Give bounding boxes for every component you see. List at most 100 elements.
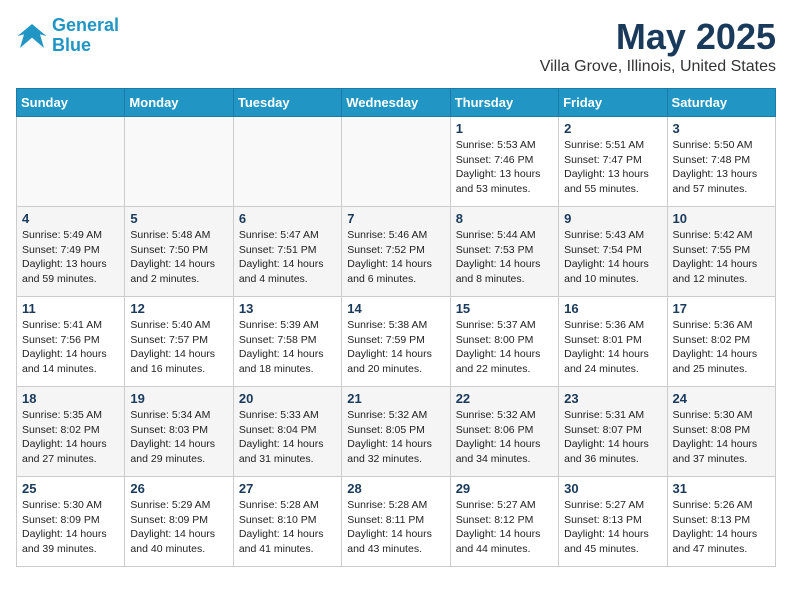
calendar-cell: 21 Sunrise: 5:32 AMSunset: 8:05 PMDayligh… <box>342 387 450 477</box>
title-block: May 2025 Villa Grove, Illinois, United S… <box>540 16 776 76</box>
day-number: 15 <box>456 301 553 316</box>
day-info: Sunrise: 5:29 AMSunset: 8:09 PMDaylight:… <box>130 498 227 557</box>
day-info: Sunrise: 5:27 AMSunset: 8:13 PMDaylight:… <box>564 498 661 557</box>
day-number: 25 <box>22 481 119 496</box>
day-number: 2 <box>564 121 661 136</box>
day-number: 18 <box>22 391 119 406</box>
day-info: Sunrise: 5:44 AMSunset: 7:53 PMDaylight:… <box>456 228 553 287</box>
week-row-4: 18 Sunrise: 5:35 AMSunset: 8:02 PMDayligh… <box>17 387 776 477</box>
calendar-cell: 11 Sunrise: 5:41 AMSunset: 7:56 PMDayligh… <box>17 297 125 387</box>
calendar-cell: 28 Sunrise: 5:28 AMSunset: 8:11 PMDayligh… <box>342 477 450 567</box>
day-number: 19 <box>130 391 227 406</box>
day-info: Sunrise: 5:38 AMSunset: 7:59 PMDaylight:… <box>347 318 444 377</box>
day-info: Sunrise: 5:30 AMSunset: 8:09 PMDaylight:… <box>22 498 119 557</box>
day-info: Sunrise: 5:28 AMSunset: 8:10 PMDaylight:… <box>239 498 336 557</box>
day-number: 23 <box>564 391 661 406</box>
calendar-cell: 14 Sunrise: 5:38 AMSunset: 7:59 PMDayligh… <box>342 297 450 387</box>
calendar-cell: 3Sunrise: 5:50 AMSunset: 7:48 PMDaylight… <box>667 117 775 207</box>
calendar-cell <box>17 117 125 207</box>
calendar-cell: 19 Sunrise: 5:34 AMSunset: 8:03 PMDayligh… <box>125 387 233 477</box>
day-number: 7 <box>347 211 444 226</box>
day-info: Sunrise: 5:42 AMSunset: 7:55 PMDaylight:… <box>673 228 770 287</box>
day-number: 31 <box>673 481 770 496</box>
day-number: 22 <box>456 391 553 406</box>
calendar-cell: 24 Sunrise: 5:30 AMSunset: 8:08 PMDayligh… <box>667 387 775 477</box>
calendar-cell: 10 Sunrise: 5:42 AMSunset: 7:55 PMDayligh… <box>667 207 775 297</box>
day-info: Sunrise: 5:51 AMSunset: 7:47 PMDaylight:… <box>564 138 661 197</box>
day-number: 8 <box>456 211 553 226</box>
day-number: 28 <box>347 481 444 496</box>
day-info: Sunrise: 5:32 AMSunset: 8:06 PMDaylight:… <box>456 408 553 467</box>
day-info: Sunrise: 5:31 AMSunset: 8:07 PMDaylight:… <box>564 408 661 467</box>
day-number: 11 <box>22 301 119 316</box>
calendar-cell: 8 Sunrise: 5:44 AMSunset: 7:53 PMDaylight… <box>450 207 558 297</box>
day-number: 26 <box>130 481 227 496</box>
day-number: 16 <box>564 301 661 316</box>
location-title: Villa Grove, Illinois, United States <box>540 58 776 76</box>
day-info: Sunrise: 5:33 AMSunset: 8:04 PMDaylight:… <box>239 408 336 467</box>
calendar-cell: 4Sunrise: 5:49 AMSunset: 7:49 PMDaylight… <box>17 207 125 297</box>
calendar-cell: 12 Sunrise: 5:40 AMSunset: 7:57 PMDayligh… <box>125 297 233 387</box>
day-info: Sunrise: 5:30 AMSunset: 8:08 PMDaylight:… <box>673 408 770 467</box>
day-info: Sunrise: 5:27 AMSunset: 8:12 PMDaylight:… <box>456 498 553 557</box>
calendar-cell: 1 Sunrise: 5:53 AMSunset: 7:46 PMDaylight… <box>450 117 558 207</box>
day-number: 30 <box>564 481 661 496</box>
day-number: 17 <box>673 301 770 316</box>
calendar-cell <box>125 117 233 207</box>
calendar-cell: 13 Sunrise: 5:39 AMSunset: 7:58 PMDayligh… <box>233 297 341 387</box>
day-number: 12 <box>130 301 227 316</box>
weekday-header-sunday: Sunday <box>17 89 125 117</box>
calendar-cell: 23 Sunrise: 5:31 AMSunset: 8:07 PMDayligh… <box>559 387 667 477</box>
day-number: 10 <box>673 211 770 226</box>
day-info: Sunrise: 5:46 AMSunset: 7:52 PMDaylight:… <box>347 228 444 287</box>
calendar-cell: 26 Sunrise: 5:29 AMSunset: 8:09 PMDayligh… <box>125 477 233 567</box>
day-info: Sunrise: 5:36 AMSunset: 8:01 PMDaylight:… <box>564 318 661 377</box>
page-header: General Blue May 2025 Villa Grove, Illin… <box>16 16 776 76</box>
weekday-header-saturday: Saturday <box>667 89 775 117</box>
weekday-header-wednesday: Wednesday <box>342 89 450 117</box>
day-number: 5 <box>130 211 227 226</box>
day-info: Sunrise: 5:53 AMSunset: 7:46 PMDaylight:… <box>456 138 553 197</box>
calendar-cell: 2 Sunrise: 5:51 AMSunset: 7:47 PMDaylight… <box>559 117 667 207</box>
weekday-header-monday: Monday <box>125 89 233 117</box>
calendar-cell: 17Sunrise: 5:36 AMSunset: 8:02 PMDayligh… <box>667 297 775 387</box>
calendar-cell: 6 Sunrise: 5:47 AMSunset: 7:51 PMDaylight… <box>233 207 341 297</box>
day-info: Sunrise: 5:28 AMSunset: 8:11 PMDaylight:… <box>347 498 444 557</box>
day-number: 6 <box>239 211 336 226</box>
day-number: 14 <box>347 301 444 316</box>
month-title: May 2025 <box>540 16 776 58</box>
day-number: 9 <box>564 211 661 226</box>
day-info: Sunrise: 5:48 AMSunset: 7:50 PMDaylight:… <box>130 228 227 287</box>
day-number: 4 <box>22 211 119 226</box>
calendar-cell: 7 Sunrise: 5:46 AMSunset: 7:52 PMDaylight… <box>342 207 450 297</box>
weekday-header-friday: Friday <box>559 89 667 117</box>
calendar-table: SundayMondayTuesdayWednesdayThursdayFrid… <box>16 88 776 567</box>
calendar-cell: 9Sunrise: 5:43 AMSunset: 7:54 PMDaylight… <box>559 207 667 297</box>
day-info: Sunrise: 5:47 AMSunset: 7:51 PMDaylight:… <box>239 228 336 287</box>
calendar-cell: 18 Sunrise: 5:35 AMSunset: 8:02 PMDayligh… <box>17 387 125 477</box>
day-number: 13 <box>239 301 336 316</box>
calendar-cell: 25 Sunrise: 5:30 AMSunset: 8:09 PMDayligh… <box>17 477 125 567</box>
day-number: 24 <box>673 391 770 406</box>
calendar-cell: 30 Sunrise: 5:27 AMSunset: 8:13 PMDayligh… <box>559 477 667 567</box>
day-info: Sunrise: 5:39 AMSunset: 7:58 PMDaylight:… <box>239 318 336 377</box>
day-number: 29 <box>456 481 553 496</box>
weekday-header-thursday: Thursday <box>450 89 558 117</box>
calendar-cell <box>233 117 341 207</box>
day-info: Sunrise: 5:37 AMSunset: 8:00 PMDaylight:… <box>456 318 553 377</box>
day-number: 1 <box>456 121 553 136</box>
week-row-3: 11 Sunrise: 5:41 AMSunset: 7:56 PMDayligh… <box>17 297 776 387</box>
day-info: Sunrise: 5:26 AMSunset: 8:13 PMDaylight:… <box>673 498 770 557</box>
calendar-cell <box>342 117 450 207</box>
day-info: Sunrise: 5:32 AMSunset: 8:05 PMDaylight:… <box>347 408 444 467</box>
calendar-cell: 20Sunrise: 5:33 AMSunset: 8:04 PMDayligh… <box>233 387 341 477</box>
day-info: Sunrise: 5:41 AMSunset: 7:56 PMDaylight:… <box>22 318 119 377</box>
week-row-1: 1 Sunrise: 5:53 AMSunset: 7:46 PMDaylight… <box>17 117 776 207</box>
day-info: Sunrise: 5:34 AMSunset: 8:03 PMDaylight:… <box>130 408 227 467</box>
calendar-cell: 27Sunrise: 5:28 AMSunset: 8:10 PMDayligh… <box>233 477 341 567</box>
calendar-cell: 29 Sunrise: 5:27 AMSunset: 8:12 PMDayligh… <box>450 477 558 567</box>
day-number: 21 <box>347 391 444 406</box>
day-info: Sunrise: 5:35 AMSunset: 8:02 PMDaylight:… <box>22 408 119 467</box>
logo-icon <box>16 20 48 52</box>
day-info: Sunrise: 5:40 AMSunset: 7:57 PMDaylight:… <box>130 318 227 377</box>
